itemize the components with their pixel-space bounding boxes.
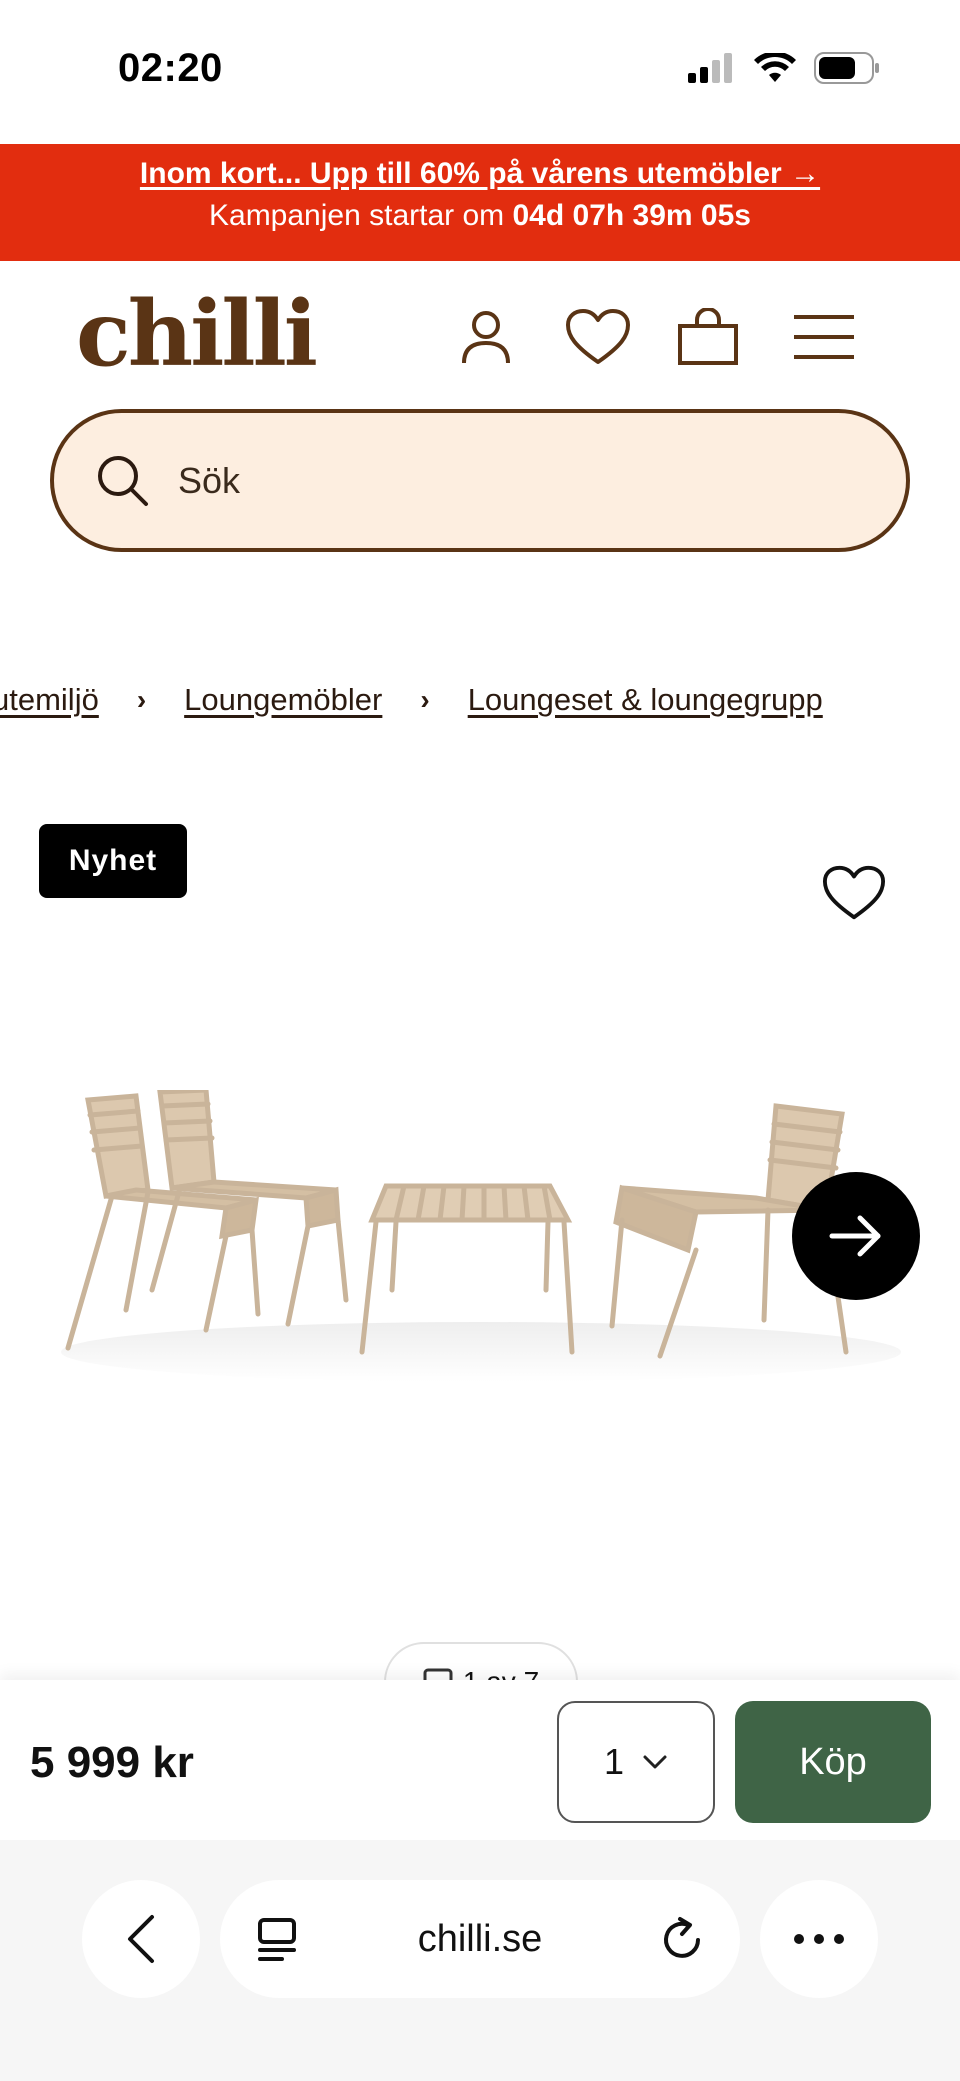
chevron-down-icon: [643, 1755, 667, 1769]
breadcrumb-item-utemiljo[interactable]: utemiljö: [0, 682, 99, 718]
browser-toolbar: chilli.se: [0, 1840, 960, 2081]
arrow-right-icon: [829, 1215, 881, 1257]
breadcrumb-separator: ›: [136, 684, 147, 715]
site-header: chilli: [0, 261, 960, 401]
product-image: [61, 1090, 901, 1382]
breadcrumb-separator: ›: [420, 684, 430, 715]
new-badge: Nyhet: [39, 824, 187, 898]
account-icon[interactable]: [454, 305, 518, 369]
breadcrumb: utemiljö › Loungemöbler › Loungeset & lo…: [0, 675, 960, 725]
search-input[interactable]: Sök: [50, 409, 910, 552]
cellular-signal-icon: [688, 53, 732, 83]
product-gallery: Nyhet: [0, 770, 960, 1722]
quantity-value: 1: [603, 1741, 625, 1782]
status-time: 02:20: [118, 46, 223, 90]
product-price: 5 999 kr: [30, 1738, 194, 1787]
promo-countdown: Kampanjen startar om 04d 07h 39m 05s: [0, 199, 960, 233]
shopping-bag-icon[interactable]: [676, 305, 740, 369]
menu-icon[interactable]: [792, 305, 856, 369]
countdown-value: 04d 07h 39m 05s: [512, 199, 751, 232]
battery-icon: [814, 52, 879, 84]
status-icons: [688, 52, 880, 84]
logo[interactable]: chilli: [76, 289, 318, 379]
quantity-select[interactable]: 1: [557, 1701, 715, 1823]
wifi-icon: [754, 53, 796, 82]
more-icon: [794, 1934, 844, 1944]
buy-button[interactable]: Köp: [735, 1701, 931, 1823]
promo-link[interactable]: Inom kort... Upp till 60% på vårens utem…: [0, 157, 960, 191]
back-icon: [128, 1915, 154, 1963]
search-placeholder: Sök: [178, 459, 241, 501]
address-bar[interactable]: chilli.se: [220, 1880, 740, 1998]
search-icon: [98, 455, 148, 506]
heart-icon[interactable]: [563, 305, 633, 369]
more-button[interactable]: [760, 1880, 878, 1998]
next-image-button[interactable]: [792, 1172, 920, 1300]
reload-icon[interactable]: [660, 1916, 704, 1962]
back-button[interactable]: [82, 1880, 200, 1998]
breadcrumb-item-loungemobler[interactable]: Loungemöbler: [184, 682, 382, 718]
wishlist-heart-icon[interactable]: [822, 864, 886, 924]
breadcrumb-item-loungeset[interactable]: Loungeset & loungegrupp: [468, 682, 823, 718]
status-bar: 02:20: [0, 0, 960, 144]
purchase-bar: 5 999 kr 1 Köp: [0, 1680, 960, 1840]
promo-banner: Inom kort... Upp till 60% på vårens utem…: [0, 144, 960, 261]
countdown-prefix: Kampanjen startar om: [209, 199, 505, 232]
